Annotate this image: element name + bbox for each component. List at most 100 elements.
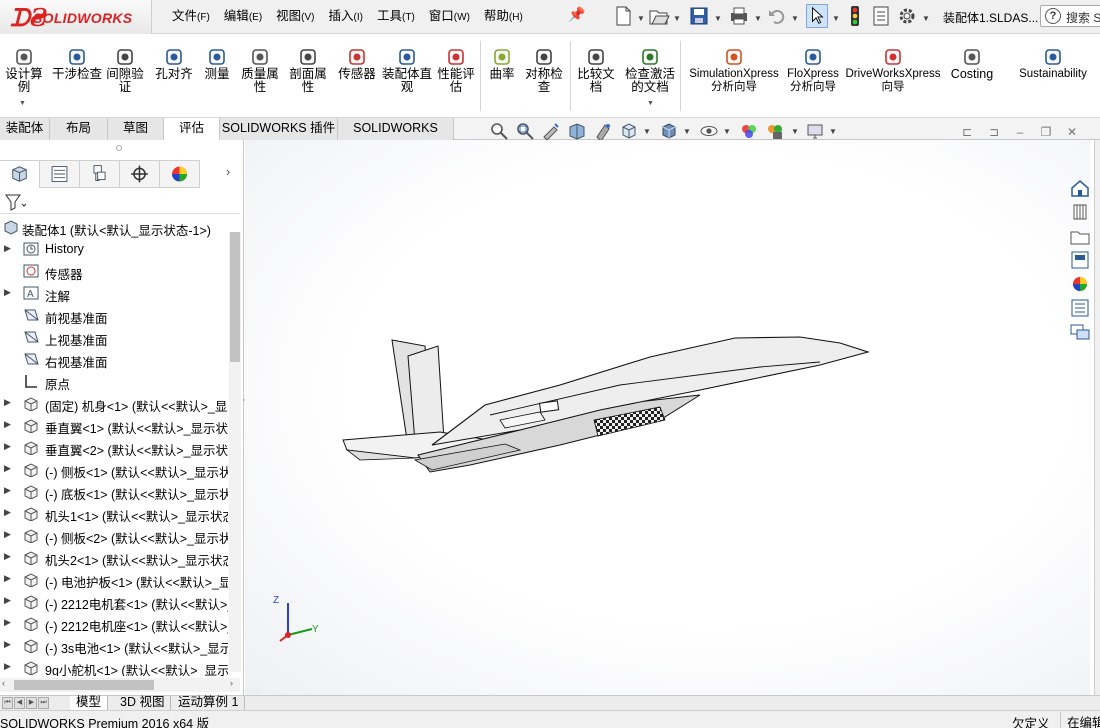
ribbon-button-measure[interactable]: 测量 xyxy=(198,35,236,118)
bottom-tab[interactable]: 模型 xyxy=(70,696,109,710)
tree-item[interactable]: ▶ History xyxy=(0,238,228,260)
expand-arrow-icon[interactable]: ▶ xyxy=(4,617,11,628)
tree-vertical-scrollbar[interactable] xyxy=(229,232,241,672)
configuration-manager-tab-icon[interactable] xyxy=(80,160,120,188)
ribbon-button-clearance[interactable]: 间隙验证 xyxy=(102,35,148,118)
tree-item[interactable]: ▶ 垂直翼<1> (默认<<默认>_显示状态 1>) xyxy=(0,414,228,436)
chevron-down-icon[interactable]: ▼ xyxy=(723,127,731,136)
tree-item[interactable]: ▶ A 注解 xyxy=(0,282,228,304)
expand-arrow-icon[interactable]: ▶ xyxy=(4,529,11,540)
command-tab[interactable]: 装配体 xyxy=(0,118,50,140)
tree-item[interactable]: ▶ (-) 侧板<1> (默认<<默认>_显示状态 1>) xyxy=(0,458,228,480)
tree-item[interactable]: ▶ (-) 2212电机座<1> (默认<<默认>_显示状态 1>) xyxy=(0,612,228,634)
section-view-icon[interactable] xyxy=(567,121,587,141)
scroll-thumb[interactable] xyxy=(14,680,154,690)
ribbon-button-costing[interactable]: Costing xyxy=(946,35,998,118)
ribbon-button-performance[interactable]: 性能评估 xyxy=(432,35,480,118)
tree-item[interactable]: ▶ 机头2<1> (默认<<默认>_显示状态 1>) xyxy=(0,546,228,568)
expand-arrow-icon[interactable]: ▶ xyxy=(4,661,11,672)
tree-horizontal-scrollbar[interactable]: ‹ › xyxy=(0,678,240,692)
menu-item[interactable]: 文件(F) xyxy=(172,8,210,26)
scroll-thumb[interactable] xyxy=(230,232,240,362)
appearances-icon[interactable] xyxy=(1068,273,1092,295)
tree-item[interactable]: ▶ (-) 3s电池<1> (默认<<默认>_显示状态 1>) xyxy=(0,634,228,656)
ribbon-button-hole-align[interactable]: 孔对齐 xyxy=(152,35,196,118)
first-tab-icon[interactable]: ⏮ xyxy=(2,697,13,709)
zoom-area-icon[interactable] xyxy=(515,121,535,141)
chevron-down-icon[interactable]: ▼ xyxy=(754,14,762,23)
prev-tab-icon[interactable]: ◀ xyxy=(14,697,25,709)
property-manager-tab-icon[interactable] xyxy=(40,160,80,188)
edit-appearance-icon[interactable] xyxy=(739,121,759,141)
display-manager-tab-icon[interactable] xyxy=(160,160,200,188)
expand-arrow-icon[interactable]: ▶ xyxy=(4,441,11,452)
new-document-icon[interactable] xyxy=(612,4,634,28)
ribbon-button-mass-properties[interactable]: 质量属性 xyxy=(238,35,282,118)
view-palette-icon[interactable] xyxy=(1068,249,1092,271)
expand-arrow-icon[interactable]: ▶ xyxy=(4,485,11,496)
scroll-left-icon[interactable]: ‹ xyxy=(2,678,5,688)
panel-grip[interactable] xyxy=(116,145,122,151)
chevron-down-icon[interactable]: ▼ xyxy=(832,14,840,23)
chevron-down-icon[interactable]: ▼ xyxy=(673,14,681,23)
command-tab[interactable]: 评估 xyxy=(164,118,220,140)
chevron-down-icon[interactable]: ▼ xyxy=(791,127,799,136)
ribbon-button-simulationxpress[interactable]: SimulationXpress分析向导 xyxy=(686,35,782,118)
view-orientation-icon[interactable] xyxy=(619,121,639,141)
tree-item[interactable]: ▶ (-) 侧板<2> (默认<<默认>_显示状态 1>) xyxy=(0,524,228,546)
minimize-icon[interactable]: ‒ xyxy=(1011,123,1029,141)
ribbon-button-assembly-visualization[interactable]: 装配体直观 xyxy=(382,35,432,118)
scroll-right-icon[interactable]: › xyxy=(230,678,233,688)
command-tab[interactable]: SOLIDWORKS MBD xyxy=(338,118,454,156)
view-settings-icon[interactable] xyxy=(805,121,825,141)
ribbon-button-floxpress[interactable]: FloXpress分析向导 xyxy=(786,35,840,118)
chevron-down-icon[interactable]: ▼ xyxy=(922,14,930,23)
tree-item[interactable]: 右视基准面 xyxy=(0,348,228,370)
tree-item[interactable]: ▶ (-) 底板<1> (默认<<默认>_显示状态 1>) xyxy=(0,480,228,502)
tree-item[interactable]: ▶ (-) 电池护板<1> (默认<<默认>_显示状态 1>) xyxy=(0,568,228,590)
select-cursor-icon[interactable] xyxy=(806,4,828,28)
filter-icon[interactable] xyxy=(4,193,26,211)
file-properties-icon[interactable] xyxy=(870,4,892,28)
restore-icon[interactable]: ❐ xyxy=(1037,123,1055,141)
ribbon-button-driveworks[interactable]: DriveWorksXpress向导 xyxy=(842,35,944,118)
menu-item[interactable]: 窗口(W) xyxy=(429,8,470,26)
aircraft-model[interactable] xyxy=(245,140,1090,695)
tree-item[interactable]: 传感器 xyxy=(0,260,228,282)
search-box[interactable]: ? 搜索 S xyxy=(1040,5,1100,27)
forum-icon[interactable] xyxy=(1068,321,1092,343)
tree-item[interactable]: 上视基准面 xyxy=(0,326,228,348)
expand-arrow-icon[interactable]: ▶ xyxy=(4,595,11,606)
chevron-down-icon[interactable]: ▼ xyxy=(19,100,26,107)
next-tab-icon[interactable]: ▶ xyxy=(26,697,37,709)
help-icon[interactable]: ? xyxy=(1045,8,1061,24)
graphics-area[interactable]: Z Y xyxy=(245,140,1090,695)
feature-manager-tab-icon[interactable] xyxy=(0,160,40,188)
chevron-down-icon[interactable]: ▼ xyxy=(637,14,645,23)
close-icon[interactable]: ✕ xyxy=(1063,123,1081,141)
dimxpert-tab-icon[interactable] xyxy=(120,160,160,188)
tree-item[interactable]: ▶ (固定) 机身<1> (默认<<默认>_显示状态 1>) xyxy=(0,392,228,414)
chevron-down-icon[interactable]: ▼ xyxy=(643,127,651,136)
chevron-right-icon[interactable]: › xyxy=(226,164,230,179)
tree-item[interactable]: ▶ 9g小舵机<1> (默认<<默认>_显示状态 1>) xyxy=(0,656,228,676)
menu-item[interactable]: 帮助(H) xyxy=(484,8,523,26)
save-icon[interactable] xyxy=(688,4,710,28)
chevron-down-icon[interactable]: ▼ xyxy=(791,14,799,23)
apply-scene-icon[interactable] xyxy=(765,121,785,141)
tree-item[interactable]: ▶ (-) 2212电机套<1> (默认<<默认>_显示状态 1>) xyxy=(0,590,228,612)
ribbon-button-section-properties[interactable]: 剖面属性 xyxy=(286,35,330,118)
tile-right-icon[interactable]: ⊐ xyxy=(985,123,1003,141)
custom-properties-icon[interactable] xyxy=(1068,297,1092,319)
zoom-to-fit-icon[interactable] xyxy=(489,121,509,141)
tree-item[interactable]: ▶ 机头1<1> (默认<<默认>_显示状态 1>) xyxy=(0,502,228,524)
ribbon-button-symmetry[interactable]: 对称检查 xyxy=(520,35,568,118)
home-icon[interactable] xyxy=(1068,177,1092,199)
expand-arrow-icon[interactable]: ▶ xyxy=(4,573,11,584)
chevron-down-icon[interactable]: ▼ xyxy=(829,127,837,136)
command-tab[interactable]: SOLIDWORKS 插件 xyxy=(220,118,338,140)
tree-item[interactable]: 前视基准面 xyxy=(0,304,228,326)
expand-arrow-icon[interactable]: ▶ xyxy=(4,551,11,562)
tree-item[interactable]: 装配体1 (默认<默认_显示状态-1>) xyxy=(0,216,228,238)
ribbon-button-interference[interactable]: 干涉检查 xyxy=(52,35,102,118)
